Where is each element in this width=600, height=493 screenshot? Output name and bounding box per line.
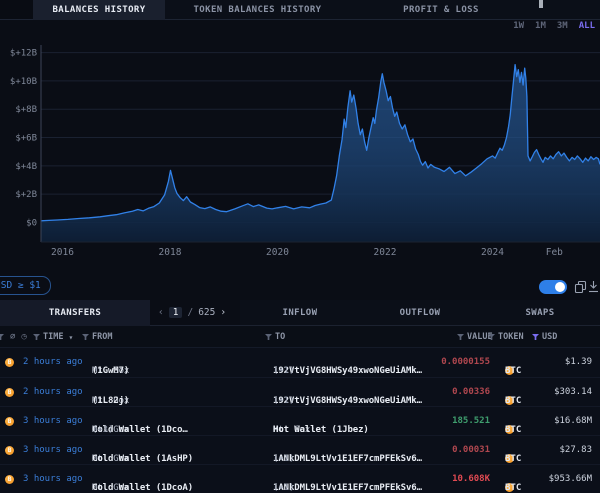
- column-to[interactable]: TO: [265, 326, 285, 348]
- y-axis-tick: $+10B: [10, 77, 37, 87]
- x-axis-tick: 2020: [266, 247, 289, 258]
- btc-token-icon: B: [5, 446, 14, 455]
- tab-balances-history[interactable]: BALANCES HISTORY: [33, 0, 165, 20]
- link-icon[interactable]: ⌀: [10, 332, 15, 342]
- column-time-label: TIME: [43, 332, 63, 342]
- chart-toggle-switch[interactable]: [539, 280, 567, 294]
- download-icon[interactable]: [587, 279, 600, 294]
- row-value: 10.608K: [452, 474, 490, 484]
- usd-filter-pill[interactable]: USD ≥ $1: [0, 276, 51, 295]
- tab-profit-and-loss[interactable]: PROFIT & LOSS: [350, 0, 532, 20]
- table-header: ⌀ ◷ TIME ▾ FROM TO VALUE TOKEN USD: [0, 326, 600, 348]
- row-value: 0.00336: [452, 387, 490, 397]
- tab-transfers[interactable]: TRANSFERS: [0, 300, 150, 326]
- row-usd: $16.68M: [554, 416, 592, 426]
- row-usd: $27.83: [559, 445, 592, 455]
- filter-funnel-icon[interactable]: [0, 334, 4, 340]
- tab-swaps[interactable]: SWAPS: [480, 300, 600, 326]
- range-1m[interactable]: 1M: [535, 21, 546, 31]
- tab-bar-spacer: [0, 0, 33, 20]
- tab-outflow[interactable]: OUTFLOW: [360, 300, 480, 326]
- btc-token-icon: B: [5, 475, 14, 484]
- column-to-label: TO: [275, 332, 285, 342]
- page-separator: /: [187, 307, 193, 318]
- row-token-label: BTC: [505, 454, 521, 464]
- btc-token-icon: B: [5, 417, 14, 426]
- row-time-link[interactable]: 2 hours ago: [23, 357, 83, 367]
- top-tab-bar: BALANCES HISTORY TOKEN BALANCES HISTORY …: [0, 0, 600, 20]
- column-from-label: FROM: [92, 332, 112, 342]
- y-axis-tick: $0: [26, 219, 37, 229]
- column-time[interactable]: TIME ▾: [33, 326, 73, 348]
- column-token[interactable]: TOKEN: [488, 326, 524, 348]
- btc-token-icon: B: [5, 388, 14, 397]
- copy-icon[interactable]: [574, 279, 587, 294]
- range-3m[interactable]: 3M: [557, 21, 568, 31]
- row-time-link[interactable]: 3 hours ago: [23, 416, 83, 426]
- row-value: 185.521: [452, 416, 490, 426]
- transfers-bar: TRANSFERS ‹ 1 / 625 › INFLOW OUTFLOW SWA…: [0, 300, 600, 326]
- tab-token-balances-history[interactable]: TOKEN BALANCES HISTORY: [165, 0, 350, 20]
- table-row[interactable]: B 2 hours ago ~Mt. Gox (1L82j) 192VtVjVG…: [0, 377, 600, 406]
- table-row[interactable]: B 3 hours ago ~Mt. Gox: Cold Wallet (1Dc…: [0, 464, 600, 493]
- page-current: 1: [169, 307, 183, 318]
- column-usd-label: USD: [542, 332, 557, 342]
- page-total: 625: [198, 307, 215, 318]
- x-axis-tick: 2022: [374, 247, 397, 258]
- y-axis-tick: $+4B: [15, 162, 37, 172]
- row-token-label: BTC: [505, 425, 521, 435]
- btc-token-icon: B: [5, 358, 14, 367]
- app-window: BALANCES HISTORY TOKEN BALANCES HISTORY …: [0, 0, 600, 493]
- from-filter-icon[interactable]: [82, 334, 89, 340]
- y-axis-tick: $+12B: [10, 49, 37, 59]
- row-usd: $953.66M: [549, 474, 592, 484]
- usd-filter-icon[interactable]: [532, 334, 539, 340]
- table-row[interactable]: B 3 hours ago ~Mt. Gox: Cold Wallet (1Dc…: [0, 406, 600, 435]
- table-header-icons: ⌀ ◷: [0, 326, 27, 348]
- column-from[interactable]: FROM: [82, 326, 112, 348]
- page-next-icon[interactable]: ›: [220, 307, 226, 318]
- time-range-selector: 1W 1M 3M ALL: [513, 21, 595, 31]
- clock-icon[interactable]: ◷: [21, 332, 26, 342]
- row-usd: $1.39: [565, 357, 592, 367]
- time-filter-icon[interactable]: [33, 334, 40, 340]
- ui-fragment: [539, 0, 543, 8]
- row-usd: $303.14: [554, 387, 592, 397]
- value-filter-icon[interactable]: [457, 334, 464, 340]
- range-1w[interactable]: 1W: [513, 21, 524, 31]
- table-row[interactable]: B 2 hours ago ~Mt. Gox (1GwM7) 192VtVjVG…: [0, 348, 600, 377]
- page-prev-icon[interactable]: ‹: [158, 307, 164, 318]
- x-axis-tick: 2018: [159, 247, 182, 258]
- balances-history-chart[interactable]: $+12B $+10B $+8B $+6B $+4B $+2B $0 2016 2018 2020…: [0, 40, 600, 262]
- balance-area: [41, 65, 600, 242]
- row-time-link[interactable]: 3 hours ago: [23, 474, 83, 484]
- caret-down-icon[interactable]: ▾: [68, 333, 73, 342]
- column-token-label: TOKEN: [498, 332, 524, 342]
- table-row[interactable]: B 3 hours ago ~Mt. Gox: Cold Wallet (1As…: [0, 435, 600, 464]
- x-axis-tick: Feb: [546, 247, 563, 258]
- y-axis-tick: $+8B: [15, 105, 37, 115]
- pagination: ‹ 1 / 625 ›: [150, 300, 240, 326]
- row-time-link[interactable]: 2 hours ago: [23, 387, 83, 397]
- transfers-table: B 2 hours ago ~Mt. Gox (1GwM7) 192VtVjVG…: [0, 348, 600, 493]
- row-value: 0.00031: [452, 445, 490, 455]
- row-time-link[interactable]: 3 hours ago: [23, 445, 83, 455]
- row-value: 0.0000155: [441, 357, 490, 367]
- range-all[interactable]: ALL: [579, 21, 595, 31]
- x-axis-tick: 2024: [481, 247, 504, 258]
- row-token-label: BTC: [505, 483, 521, 493]
- column-usd[interactable]: USD: [532, 326, 557, 348]
- to-filter-icon[interactable]: [265, 334, 272, 340]
- y-axis-tick: $+2B: [15, 190, 37, 200]
- x-axis-tick: 2016: [51, 247, 74, 258]
- row-token-label: BTC: [505, 366, 521, 376]
- tab-inflow[interactable]: INFLOW: [240, 300, 360, 326]
- row-token-label: BTC: [505, 396, 521, 406]
- y-axis-tick: $+6B: [15, 134, 37, 144]
- token-filter-icon[interactable]: [488, 334, 495, 340]
